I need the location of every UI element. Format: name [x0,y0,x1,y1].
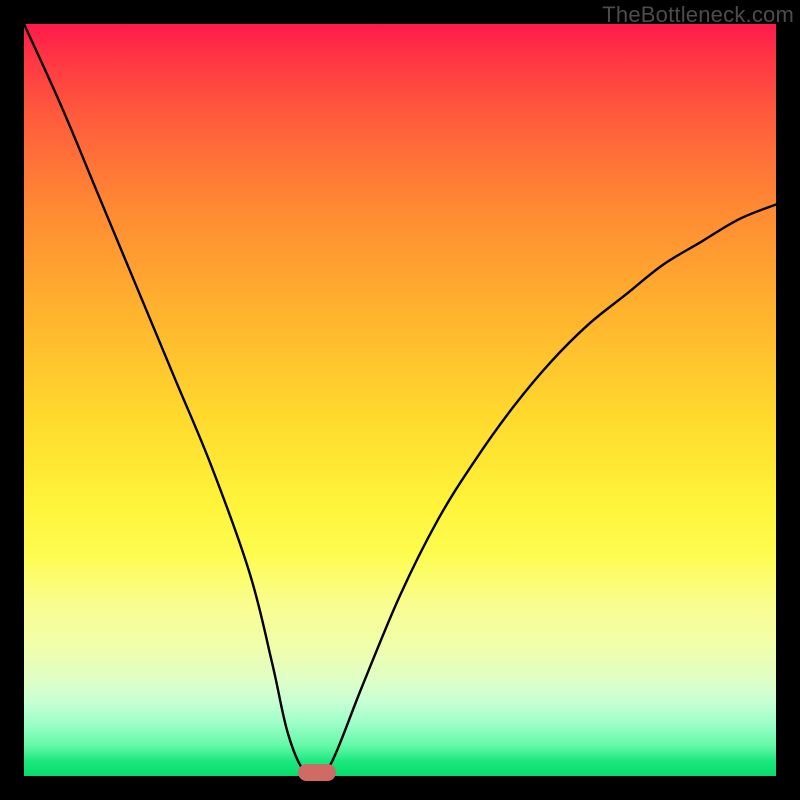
plot-area [24,24,776,776]
minimum-marker [298,764,336,781]
bottleneck-curve [24,24,776,776]
watermark-text: TheBottleneck.com [602,2,794,28]
chart-frame: TheBottleneck.com [0,0,800,800]
